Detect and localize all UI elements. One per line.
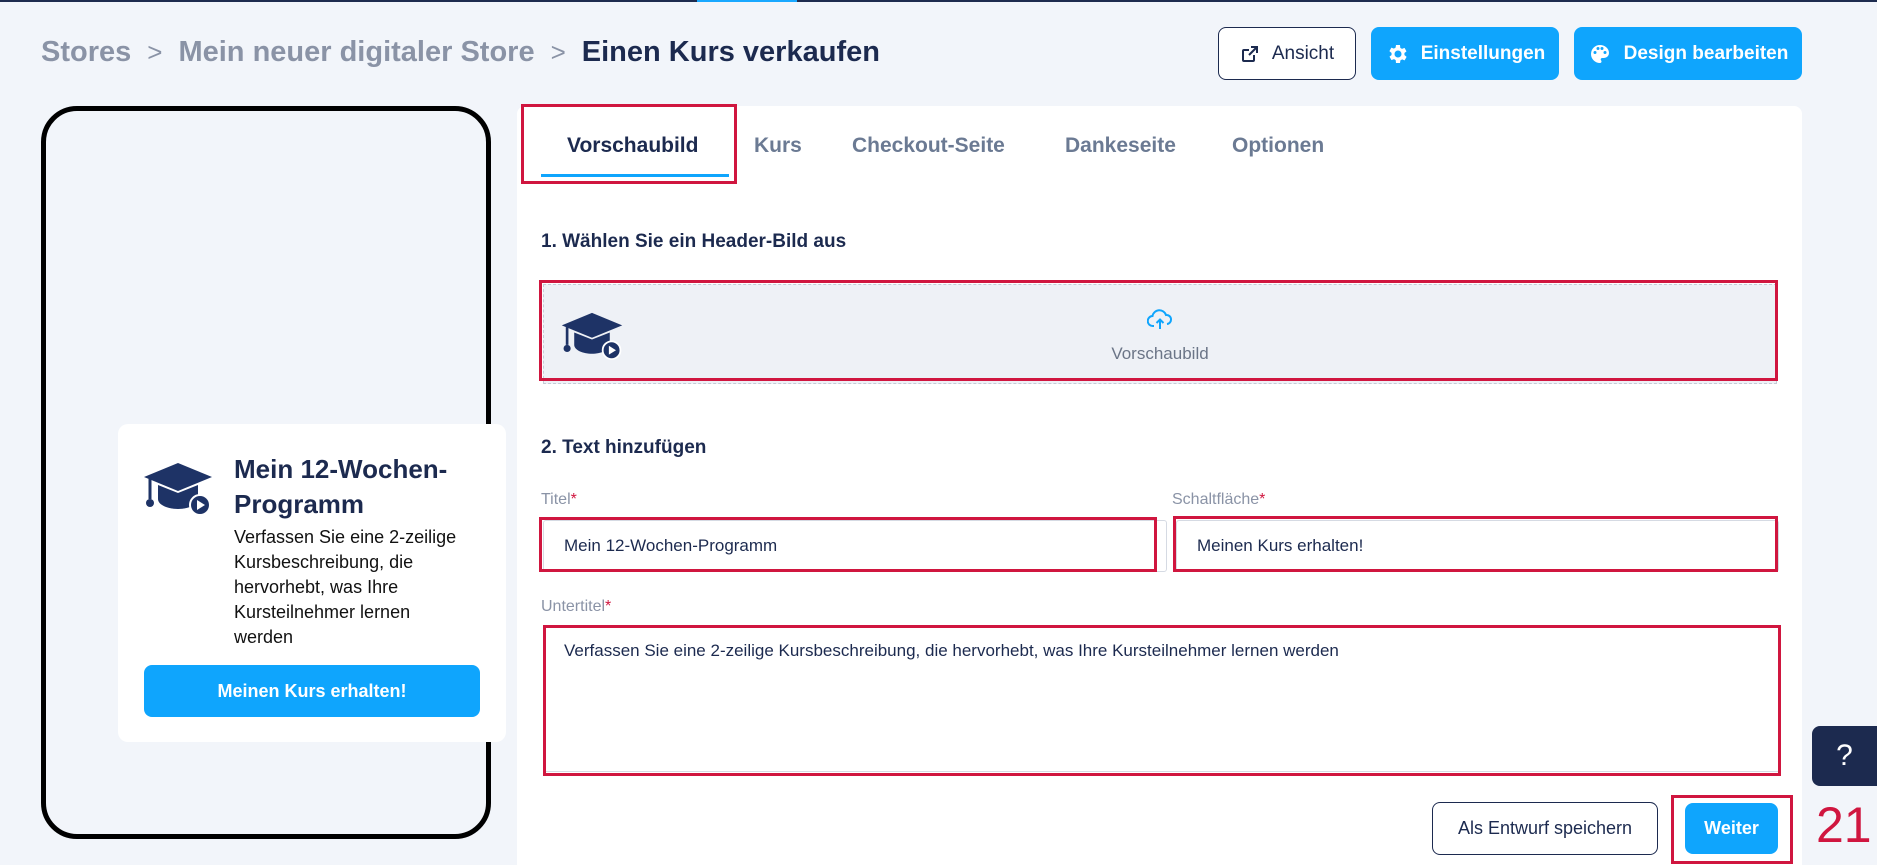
preview-card: Mein 12-Wochen-Programm Verfassen Sie ei… bbox=[118, 424, 506, 742]
phone-preview-frame: Mein 12-Wochen-Programm Verfassen Sie ei… bbox=[41, 106, 506, 839]
tab-checkout-seite[interactable]: Checkout-Seite bbox=[852, 134, 1005, 158]
view-button[interactable]: Ansicht bbox=[1218, 27, 1356, 80]
breadcrumb-store[interactable]: Mein neuer digitaler Store bbox=[178, 36, 534, 69]
settings-button-label: Einstellungen bbox=[1420, 42, 1546, 64]
external-link-icon bbox=[1240, 44, 1260, 64]
button-text-input[interactable]: Meinen Kurs erhalten! bbox=[1176, 520, 1779, 572]
top-border-accent bbox=[697, 0, 797, 2]
annotation-step-number: 21 bbox=[1816, 797, 1872, 853]
button-text-field-label: Schaltfläche* bbox=[1172, 491, 1266, 508]
upload-label: Vorschaubild bbox=[1111, 344, 1209, 363]
tab-dankeseite[interactable]: Dankeseite bbox=[1065, 134, 1176, 158]
cloud-upload-icon bbox=[1146, 309, 1173, 336]
top-border-line bbox=[0, 0, 1877, 2]
save-draft-button[interactable]: Als Entwurf speichern bbox=[1432, 802, 1658, 855]
tab-kurs[interactable]: Kurs bbox=[754, 134, 802, 158]
design-button[interactable]: Design bearbeiten bbox=[1574, 27, 1802, 80]
header-image-upload[interactable]: Vorschaubild bbox=[543, 284, 1777, 384]
active-tab-indicator bbox=[541, 174, 729, 177]
palette-icon bbox=[1588, 42, 1612, 66]
editor-panel: Vorschaubild Kurs Checkout-Seite Dankese… bbox=[517, 106, 1802, 865]
section-header-image-title: 1. Wählen Sie ein Header-Bild aus bbox=[541, 231, 847, 252]
breadcrumb: Stores > Mein neuer digitaler Store > Ei… bbox=[41, 36, 880, 69]
design-button-label: Design bearbeiten bbox=[1623, 42, 1789, 64]
help-button[interactable]: ? bbox=[1812, 726, 1877, 786]
next-button[interactable]: Weiter bbox=[1685, 803, 1778, 854]
gear-icon bbox=[1385, 42, 1409, 66]
breadcrumb-stores[interactable]: Stores bbox=[41, 36, 131, 69]
subtitle-textarea[interactable]: Verfassen Sie eine 2-zeilige Kursbeschre… bbox=[543, 626, 1779, 772]
subtitle-field-label: Untertitel* bbox=[541, 598, 612, 615]
graduation-cap-icon bbox=[142, 459, 214, 524]
title-input[interactable]: Mein 12-Wochen-Programm bbox=[543, 520, 1167, 572]
preview-card-button[interactable]: Meinen Kurs erhalten! bbox=[144, 665, 480, 717]
breadcrumb-current: Einen Kurs verkaufen bbox=[581, 36, 880, 68]
upload-center: Vorschaubild bbox=[544, 309, 1776, 364]
preview-card-description: Verfassen Sie eine 2-zeilige Kursbeschre… bbox=[234, 527, 457, 647]
tab-vorschaubild[interactable]: Vorschaubild bbox=[567, 134, 698, 158]
breadcrumb-separator: > bbox=[550, 37, 566, 67]
title-field-label: Titel* bbox=[541, 491, 577, 508]
breadcrumb-separator: > bbox=[147, 37, 163, 67]
preview-card-title: Mein 12-Wochen-Programm bbox=[234, 454, 448, 519]
section-text-title: 2. Text hinzufügen bbox=[541, 437, 707, 458]
view-button-label: Ansicht bbox=[1271, 42, 1335, 64]
tab-optionen[interactable]: Optionen bbox=[1232, 134, 1324, 158]
settings-button[interactable]: Einstellungen bbox=[1371, 27, 1559, 80]
